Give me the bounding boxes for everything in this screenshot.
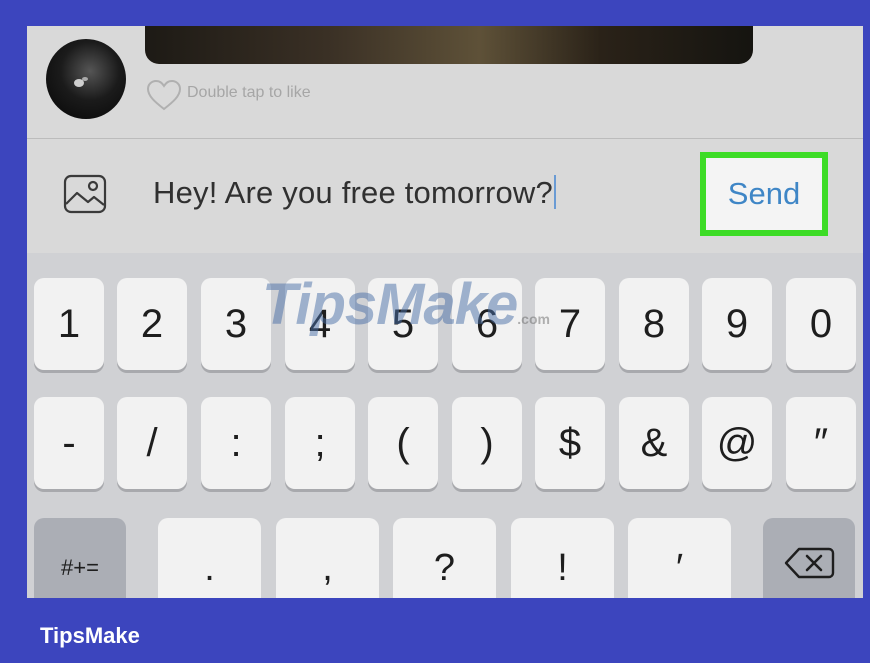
backspace-icon [781, 543, 837, 593]
key-2[interactable]: 2 [117, 278, 187, 370]
key-0[interactable]: 0 [786, 278, 856, 370]
key-slash[interactable]: / [117, 397, 187, 489]
avatar[interactable] [46, 39, 126, 119]
key-exclamation[interactable]: ! [511, 518, 614, 598]
key-close-paren[interactable]: ) [452, 397, 522, 489]
message-input-text: Hey! Are you free tomorrow? [153, 175, 553, 210]
key-period[interactable]: . [158, 518, 261, 598]
gallery-icon[interactable] [60, 169, 110, 219]
watermark-suffix: .com [517, 311, 550, 327]
like-hint: Double tap to like [187, 84, 311, 101]
key-open-paren[interactable]: ( [368, 397, 438, 489]
key-1[interactable]: 1 [34, 278, 104, 370]
symbols-toggle-key[interactable]: #+= [34, 518, 126, 598]
key-9[interactable]: 9 [702, 278, 772, 370]
text-cursor [553, 175, 556, 209]
key-colon[interactable]: : [201, 397, 271, 489]
key-double-quote[interactable]: ″ [786, 397, 856, 489]
send-button[interactable]: Send [700, 152, 828, 236]
message-input[interactable]: Hey! Are you free tomorrow? [153, 175, 556, 211]
key-dollar[interactable]: $ [535, 397, 605, 489]
key-3[interactable]: 3 [201, 278, 271, 370]
message-compose-bar: Hey! Are you free tomorrow? Send [27, 139, 863, 253]
key-at[interactable]: @ [702, 397, 772, 489]
heart-icon[interactable] [145, 78, 183, 112]
key-8[interactable]: 8 [619, 278, 689, 370]
watermark-text: TipsMake [262, 272, 518, 337]
key-ampersand[interactable]: & [619, 397, 689, 489]
key-hyphen[interactable]: - [34, 397, 104, 489]
key-question[interactable]: ? [393, 518, 496, 598]
key-semicolon[interactable]: ; [285, 397, 355, 489]
backspace-key[interactable] [763, 518, 855, 598]
watermark: TipsMake.com [262, 271, 550, 338]
photo-message[interactable] [145, 26, 753, 64]
chat-thread: Double tap to like [27, 26, 863, 138]
key-comma[interactable]: , [276, 518, 379, 598]
brand-label: TipsMake [40, 623, 140, 648]
key-apostrophe[interactable]: ′ [628, 518, 731, 598]
